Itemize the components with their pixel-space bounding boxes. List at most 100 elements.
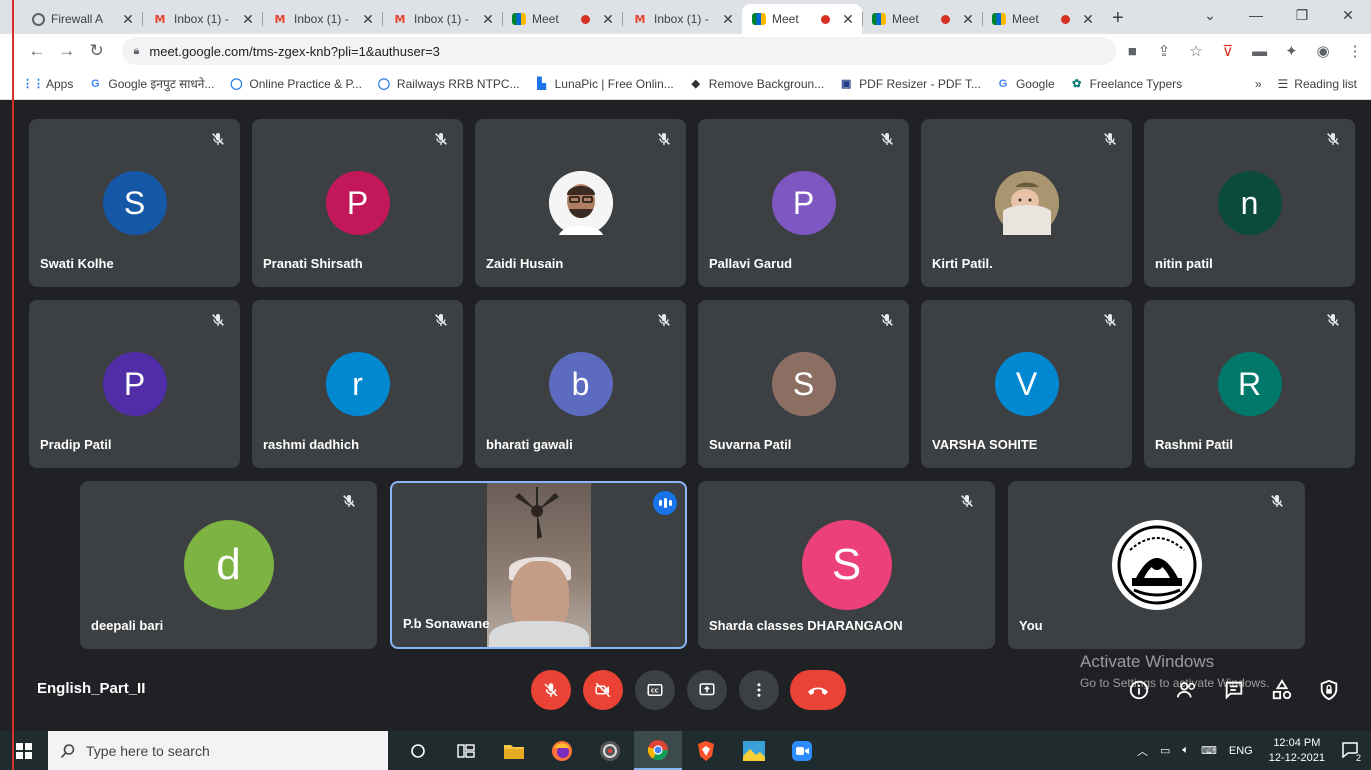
bookmark-item[interactable]: ◯ Online Practice & P...	[229, 77, 362, 91]
tab[interactable]: M Inbox (1) - ✕	[382, 4, 502, 34]
present-screen-button[interactable]	[687, 670, 727, 710]
bookmark-item[interactable]: G Google	[996, 77, 1055, 91]
extension-card-icon[interactable]: ▬	[1244, 43, 1276, 60]
participant-tile[interactable]: P.b Sonawane	[390, 481, 687, 649]
language-indicator[interactable]: ENG	[1229, 745, 1253, 757]
tab[interactable]: M Inbox (1) - ✕	[142, 4, 262, 34]
activities-button[interactable]	[1270, 678, 1294, 702]
participant-tile[interactable]: S Sharda classes DHARANGAON	[698, 481, 995, 649]
file-explorer-taskbar-button[interactable]	[490, 731, 538, 770]
extensions-puzzle-icon[interactable]: ✦	[1275, 42, 1307, 60]
participant-tile[interactable]: r rashmi dadhich	[252, 300, 463, 468]
close-tab-icon[interactable]: ✕	[240, 11, 256, 28]
bookmarks-overflow-icon[interactable]: »	[1255, 77, 1262, 91]
close-tab-icon[interactable]: ✕	[360, 11, 376, 28]
watermark-title: Activate Windows	[1080, 652, 1215, 671]
close-tab-icon[interactable]: ✕	[840, 11, 856, 28]
captions-button[interactable]: CC	[635, 670, 675, 710]
close-tab-icon[interactable]: ✕	[480, 11, 496, 28]
search-icon	[60, 743, 75, 758]
close-window-icon[interactable]: ✕	[1325, 7, 1371, 24]
start-button[interactable]	[0, 731, 48, 770]
participant-tile[interactable]: n nitin patil	[1144, 119, 1355, 287]
bookmark-label: Freelance Typers	[1089, 76, 1183, 91]
zoom-taskbar-button[interactable]	[778, 731, 826, 770]
notifications-icon[interactable]: 2	[1341, 740, 1363, 763]
tab[interactable]: Meet ✕	[502, 4, 622, 34]
brave-taskbar-button[interactable]	[682, 731, 730, 770]
reading-list-icon: ☰	[1277, 76, 1289, 91]
firefox-taskbar-button[interactable]	[538, 731, 586, 770]
participant-tile[interactable]: S Swati Kolhe	[29, 119, 240, 287]
chrome-taskbar-button[interactable]	[634, 731, 682, 770]
close-tab-icon[interactable]: ✕	[960, 11, 976, 28]
clock[interactable]: 12:04 PM 12-12-2021	[1269, 736, 1325, 766]
tab-search-icon[interactable]: ⌄	[1187, 7, 1233, 24]
hang-up-button[interactable]	[790, 670, 846, 710]
bookmark-item[interactable]: ◆ Remove Backgroun...	[689, 77, 825, 91]
participant-tile[interactable]: d deepali bari	[80, 481, 377, 649]
firewall-icon	[32, 12, 45, 26]
battery-icon[interactable]: ▭	[1160, 744, 1170, 757]
address-bar[interactable]: 🔒︎ meet.google.com/tms-zgex-knb?pli=1&au…	[121, 37, 1117, 65]
minimize-icon[interactable]: —	[1233, 7, 1279, 23]
tab[interactable]: M Inbox (1) - ✕	[622, 4, 742, 34]
bookmark-item[interactable]: ▣ PDF Resizer - PDF T...	[839, 77, 981, 91]
camera-indicator-icon[interactable]: ■	[1116, 43, 1148, 60]
bookmark-item[interactable]: G Google इनपुट साधने...	[88, 75, 214, 92]
participant-tile[interactable]: S Suvarna Patil	[698, 300, 909, 468]
close-tab-icon[interactable]: ✕	[1080, 11, 1096, 28]
tab[interactable]: M Inbox (1) - ✕	[262, 4, 382, 34]
taskbar-search-box[interactable]: Type here to search	[48, 731, 388, 770]
profile-avatar-icon[interactable]: ◉	[1307, 42, 1339, 60]
tab-active[interactable]: Meet ✕	[742, 4, 862, 34]
participant-tile[interactable]: You	[1008, 481, 1305, 649]
gmail-icon: M	[634, 12, 646, 26]
mic-off-button[interactable]	[531, 670, 571, 710]
tab[interactable]: Meet ✕	[862, 4, 982, 34]
bookmark-item[interactable]: ▙ LunaPic | Free Onlin...	[535, 77, 673, 91]
host-controls-button[interactable]	[1317, 678, 1341, 702]
tab[interactable]: Meet ✕	[982, 4, 1102, 34]
reload-icon[interactable]: ↻	[82, 41, 112, 61]
photos-taskbar-button[interactable]	[730, 731, 778, 770]
keyboard-icon[interactable]: ⌨	[1201, 744, 1217, 757]
task-view-icon	[457, 743, 475, 759]
cortana-taskbar-button[interactable]	[394, 731, 442, 770]
participant-tile[interactable]: Kirti Patil.	[921, 119, 1132, 287]
url-text[interactable]: meet.google.com/tms-zgex-knb?pli=1&authu…	[149, 44, 440, 59]
task-view-taskbar-button[interactable]	[442, 731, 490, 770]
close-tab-icon[interactable]: ✕	[600, 11, 616, 28]
menu-kebab-icon[interactable]: ⋮	[1339, 42, 1371, 60]
participant-tile[interactable]: P Pradip Patil	[29, 300, 240, 468]
extension-magnet-icon[interactable]: ⊽	[1212, 42, 1244, 60]
share-icon[interactable]: ⇪	[1148, 42, 1180, 60]
notification-count: 2	[1353, 753, 1363, 763]
participant-tile[interactable]: Zaidi Husain	[475, 119, 686, 287]
tab[interactable]: Firewall A ✕	[22, 4, 142, 34]
person-photo	[548, 171, 613, 235]
restore-icon[interactable]: ❐	[1279, 7, 1325, 24]
participant-avatar: b	[548, 352, 613, 416]
close-tab-icon[interactable]: ✕	[120, 11, 136, 28]
tray-chevron-up-icon[interactable]: ︿	[1137, 743, 1148, 759]
participant-tile[interactable]: R Rashmi Patil	[1144, 300, 1355, 468]
media-taskbar-button[interactable]	[586, 731, 634, 770]
participant-avatar: S	[102, 171, 167, 235]
forward-arrow-icon[interactable]: →	[52, 41, 82, 61]
new-tab-button[interactable]: +	[1112, 7, 1124, 34]
bookmark-item[interactable]: ◯ Railways RRB NTPC...	[377, 77, 520, 91]
back-arrow-icon[interactable]: ←	[22, 41, 52, 61]
participant-tile[interactable]: V VARSHA SOHITE	[921, 300, 1132, 468]
reading-list-button[interactable]: » ☰ Reading list	[1255, 77, 1357, 91]
more-options-button[interactable]	[739, 670, 779, 710]
participant-tile[interactable]: P Pallavi Garud	[698, 119, 909, 287]
close-tab-icon[interactable]: ✕	[720, 11, 736, 28]
participant-tile[interactable]: b bharati gawali	[475, 300, 686, 468]
bookmark-star-icon[interactable]: ☆	[1180, 42, 1212, 60]
bookmark-item[interactable]: ✿ Freelance Typers	[1070, 76, 1183, 91]
bookmark-item[interactable]: ⋮⋮ Apps	[22, 77, 73, 91]
participant-tile[interactable]: P Pranati Shirsath	[252, 119, 463, 287]
camera-off-button[interactable]	[583, 670, 623, 710]
speaker-icon[interactable]: 🔈︎	[1182, 744, 1189, 757]
